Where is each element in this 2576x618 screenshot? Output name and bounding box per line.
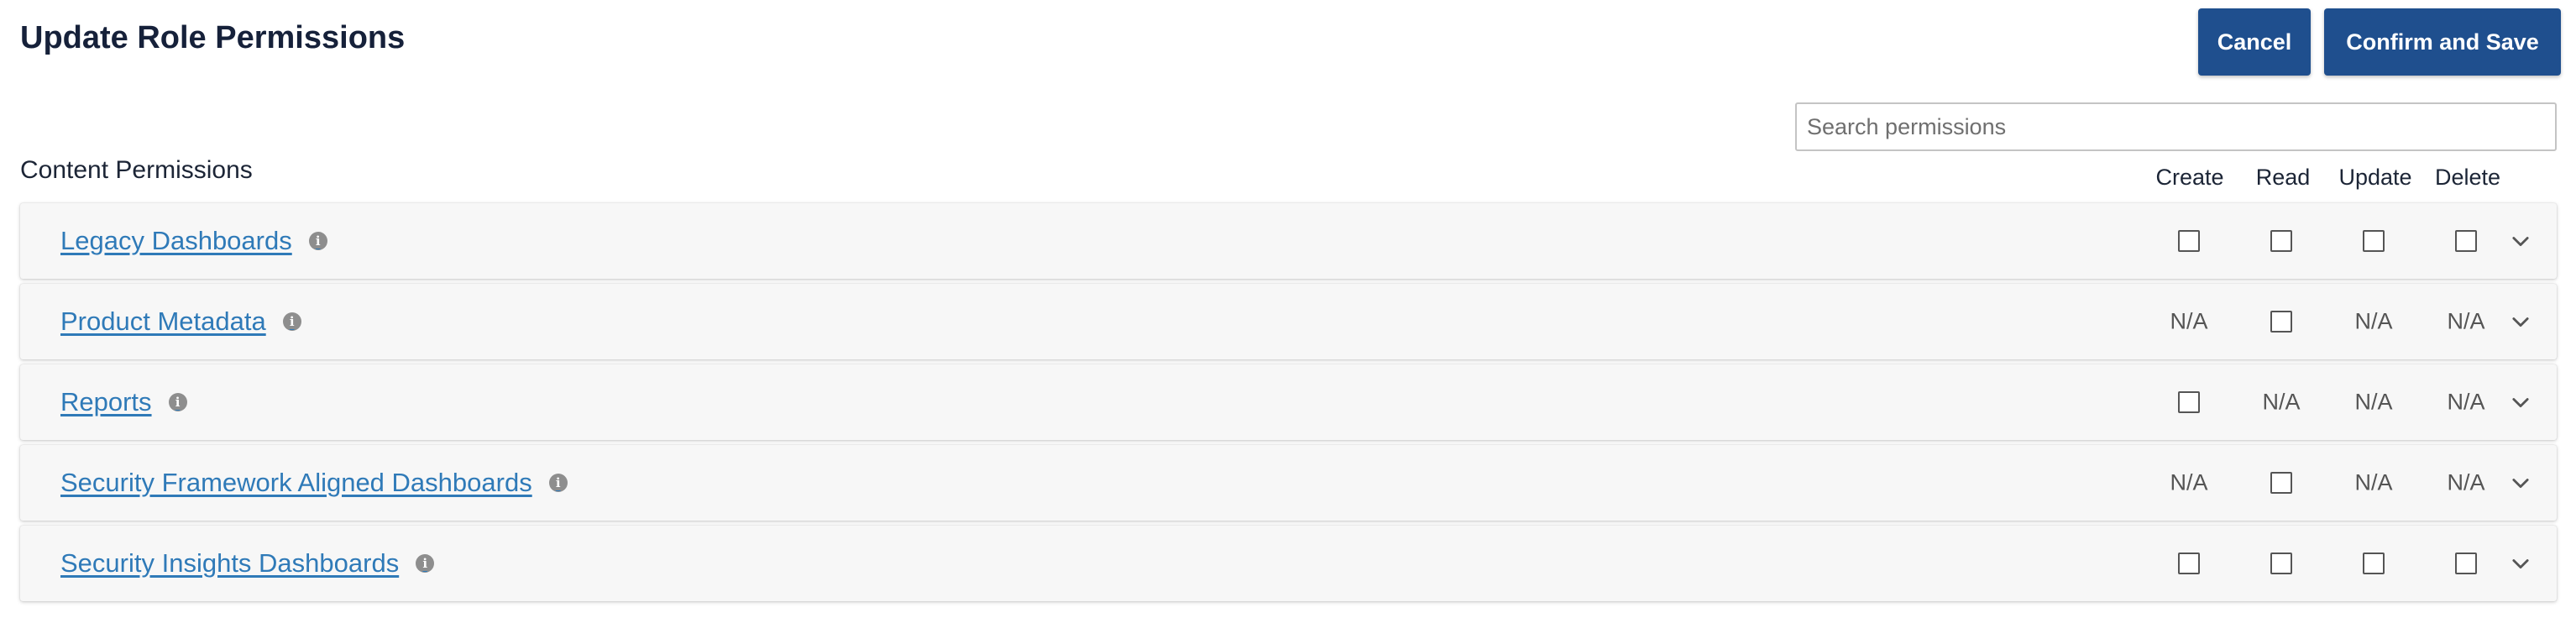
update-checkbox[interactable] (2363, 230, 2385, 252)
read-checkbox[interactable] (2270, 553, 2292, 574)
read-na-label: N/A (2262, 389, 2301, 415)
info-icon[interactable]: i (548, 474, 568, 492)
permission-label: Product Metadata (60, 306, 266, 336)
permission-link[interactable]: Legacy Dashboards i (60, 226, 327, 256)
permission-link[interactable]: Security Insights Dashboards i (60, 548, 435, 579)
column-header-update: Update (2338, 165, 2412, 190)
delete-checkbox[interactable] (2455, 553, 2477, 574)
delete-checkbox[interactable] (2455, 230, 2477, 252)
permission-link[interactable]: Product Metadata i (60, 306, 301, 337)
chevron-down-icon[interactable] (2509, 471, 2532, 495)
delete-na-label: N/A (2447, 389, 2485, 415)
chevron-down-icon[interactable] (2509, 229, 2532, 253)
page-title: Update Role Permissions (20, 20, 406, 55)
create-na-label: N/A (2170, 308, 2208, 334)
column-header-create: Create (2155, 165, 2224, 190)
permission-row: Reports i N/A N/A N/A (20, 364, 2557, 440)
read-checkbox[interactable] (2270, 472, 2292, 494)
info-icon[interactable]: i (416, 554, 435, 573)
info-icon[interactable]: i (308, 232, 327, 250)
create-checkbox[interactable] (2178, 391, 2200, 413)
permission-row: Legacy Dashboards i (20, 203, 2557, 279)
create-checkbox[interactable] (2178, 230, 2200, 252)
cancel-button[interactable]: Cancel (2198, 8, 2311, 76)
update-na-label: N/A (2354, 469, 2393, 495)
update-checkbox[interactable] (2363, 553, 2385, 574)
info-icon[interactable]: i (282, 312, 301, 331)
create-na-label: N/A (2170, 469, 2208, 495)
chevron-down-icon[interactable] (2509, 390, 2532, 414)
permission-row: Security Framework Aligned Dashboards i N/… (20, 445, 2557, 521)
read-checkbox[interactable] (2270, 230, 2292, 252)
section-title: Content Permissions (20, 156, 253, 184)
delete-na-label: N/A (2447, 308, 2485, 334)
confirm-and-save-button[interactable]: Confirm and Save (2324, 8, 2561, 76)
permission-link[interactable]: Reports i (60, 387, 187, 417)
permission-row: Product Metadata i N/A N/A N/A (20, 284, 2557, 359)
permission-label: Reports (60, 387, 152, 416)
chevron-down-icon[interactable] (2509, 310, 2532, 333)
create-checkbox[interactable] (2178, 553, 2200, 574)
permission-label: Security Insights Dashboards (60, 548, 400, 578)
info-icon[interactable]: i (168, 393, 187, 411)
permission-label: Legacy Dashboards (60, 226, 292, 255)
update-na-label: N/A (2354, 389, 2393, 415)
column-header-delete: Delete (2434, 165, 2501, 190)
search-input[interactable] (1795, 102, 2557, 151)
permission-row: Security Insights Dashboards i (20, 526, 2557, 601)
chevron-down-icon[interactable] (2509, 552, 2532, 575)
read-checkbox[interactable] (2270, 311, 2292, 333)
permission-label: Security Framework Aligned Dashboards (60, 468, 532, 497)
delete-na-label: N/A (2447, 469, 2485, 495)
column-header-read: Read (2255, 165, 2311, 190)
permission-link[interactable]: Security Framework Aligned Dashboards i (60, 468, 568, 498)
update-na-label: N/A (2354, 308, 2393, 334)
